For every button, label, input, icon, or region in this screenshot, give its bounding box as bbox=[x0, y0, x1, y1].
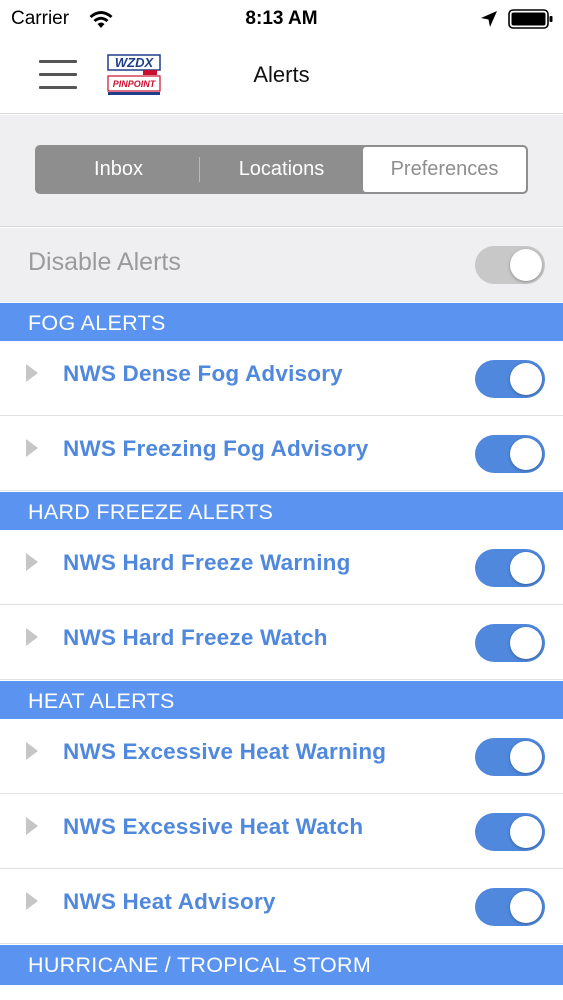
section-header-fog-alerts: FOG ALERTS bbox=[0, 303, 563, 341]
alert-row-dense-fog-advisory[interactable]: NWS Dense Fog Advisory bbox=[0, 341, 563, 416]
disclosure-triangle-icon[interactable] bbox=[26, 439, 38, 457]
tab-inbox[interactable]: Inbox bbox=[37, 147, 200, 192]
alert-row-excessive-heat-warning[interactable]: NWS Excessive Heat Warning bbox=[0, 719, 563, 794]
disclosure-triangle-icon[interactable] bbox=[26, 364, 38, 382]
alert-toggle[interactable] bbox=[475, 738, 545, 776]
segmented-control: Inbox Locations Preferences bbox=[35, 145, 528, 194]
alert-label: NWS Heat Advisory bbox=[63, 889, 276, 914]
alert-toggle[interactable] bbox=[475, 549, 545, 587]
alert-toggle[interactable] bbox=[475, 360, 545, 398]
disable-alerts-row: Disable Alerts bbox=[0, 228, 563, 302]
alert-label: NWS Hard Freeze Watch bbox=[63, 625, 328, 650]
alert-toggle[interactable] bbox=[475, 888, 545, 926]
alert-row-heat-advisory[interactable]: NWS Heat Advisory bbox=[0, 869, 563, 944]
list-continuation bbox=[0, 985, 563, 1000]
alert-row-excessive-heat-watch[interactable]: NWS Excessive Heat Watch bbox=[0, 794, 563, 869]
disclosure-triangle-icon[interactable] bbox=[26, 742, 38, 760]
status-time: 8:13 AM bbox=[245, 8, 318, 29]
alert-toggle[interactable] bbox=[475, 624, 545, 662]
disclosure-triangle-icon[interactable] bbox=[26, 817, 38, 835]
section-header-hard-freeze-alerts: HARD FREEZE ALERTS bbox=[0, 492, 563, 530]
disclosure-triangle-icon[interactable] bbox=[26, 892, 38, 910]
location-arrow-icon bbox=[480, 10, 498, 33]
tab-preferences[interactable]: Preferences bbox=[363, 147, 526, 192]
disclosure-triangle-icon[interactable] bbox=[26, 553, 38, 571]
tab-locations[interactable]: Locations bbox=[200, 147, 363, 192]
alert-label: NWS Freezing Fog Advisory bbox=[63, 436, 369, 461]
navigation-bar: WZDX PINPOINT Alerts bbox=[0, 38, 563, 114]
alert-toggle[interactable] bbox=[475, 813, 545, 851]
disable-alerts-label: Disable Alerts bbox=[28, 248, 181, 276]
alert-label: NWS Excessive Heat Warning bbox=[63, 739, 387, 764]
alert-label: NWS Hard Freeze Warning bbox=[63, 550, 351, 575]
alert-row-hard-freeze-watch[interactable]: NWS Hard Freeze Watch bbox=[0, 605, 563, 680]
status-bar: Carrier 8:13 AM bbox=[0, 0, 563, 38]
alert-row-hard-freeze-warning[interactable]: NWS Hard Freeze Warning bbox=[0, 530, 563, 605]
alert-label: NWS Excessive Heat Watch bbox=[63, 814, 364, 839]
alert-label: NWS Dense Fog Advisory bbox=[63, 361, 343, 386]
alert-toggle[interactable] bbox=[475, 435, 545, 473]
segmented-control-area: Inbox Locations Preferences bbox=[0, 115, 563, 227]
section-header-heat-alerts: HEAT ALERTS bbox=[0, 681, 563, 719]
disable-alerts-toggle[interactable] bbox=[475, 246, 545, 284]
disclosure-triangle-icon[interactable] bbox=[26, 628, 38, 646]
alert-row-freezing-fog-advisory[interactable]: NWS Freezing Fog Advisory bbox=[0, 416, 563, 491]
battery-icon bbox=[508, 9, 554, 29]
section-header-hurricane-tropical-storm: HURRICANE / TROPICAL STORM bbox=[0, 945, 563, 985]
page-title: Alerts bbox=[253, 62, 310, 87]
